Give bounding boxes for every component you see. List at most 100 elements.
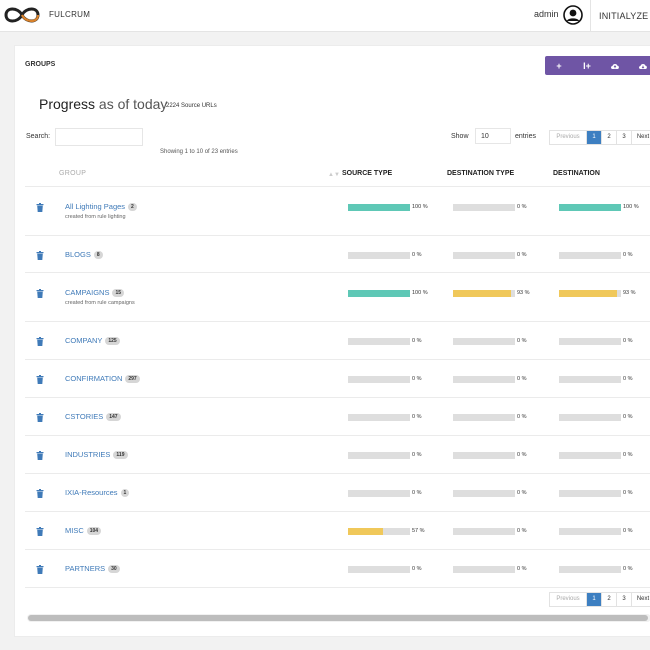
url-count-badge: 15 [112,289,125,297]
search-label: Search: [26,133,51,140]
progress-fill [348,204,410,211]
pagination-bottom: Previous 1 2 3 Next [549,592,650,607]
progress-bar [348,290,410,297]
progress-percent: 0 % [517,566,527,572]
page-1-button[interactable]: 1 [587,131,602,144]
progress-bar [453,338,515,345]
column-header-source-type[interactable]: SOURCE TYPE [342,170,392,177]
table-row: All Lighting Pages 2 created from rule lig… [15,187,650,236]
page-2-button[interactable]: 2 [602,131,617,144]
progress-percent: 0 % [412,252,422,258]
column-header-group[interactable]: GROUP [59,170,86,177]
group-name: CAMPAIGNS [65,288,110,297]
group-link[interactable]: COMPANY 125 [65,336,120,345]
progress-percent: 0 % [623,338,633,344]
progress-percent: 0 % [412,566,422,572]
entries-info: Showing 1 to 10 of 23 entries [160,149,238,155]
user-name[interactable]: admin [534,9,559,19]
topbar-divider [590,0,591,31]
delete-icon[interactable] [36,489,44,498]
previous-page-button[interactable]: Previous [550,593,587,606]
group-name: CONFIRMATION [65,374,123,383]
progress-bar [559,252,621,259]
delete-icon[interactable] [36,337,44,346]
progress-percent: 0 % [623,252,633,258]
progress-percent: 0 % [517,252,527,258]
next-page-button[interactable]: Next [632,131,650,144]
brand-name: FULCRUM [49,10,91,19]
group-rule-note: created from rule campaigns [65,300,135,306]
cloud-upload-icon [611,63,619,69]
next-page-button[interactable]: Next [632,593,650,606]
progress-percent: 0 % [412,338,422,344]
add-group-button[interactable]: + [545,56,573,75]
heading-main: Progress [39,96,96,112]
add-row-button[interactable]: I+ [573,56,601,75]
group-link[interactable]: All Lighting Pages 2 [65,202,137,211]
page-3-button[interactable]: 3 [617,131,632,144]
upload-button[interactable] [601,56,629,75]
group-name: IXIA-Resources [65,488,118,497]
progress-bar [559,490,621,497]
user-avatar-icon[interactable] [563,5,583,25]
url-count-badge: 104 [86,527,102,535]
progress-bar [348,566,410,573]
delete-icon[interactable] [36,527,44,536]
progress-percent: 0 % [517,414,527,420]
previous-page-button[interactable]: Previous [550,131,587,144]
group-name: BLOGS [65,250,91,259]
group-link[interactable]: PARTNERS 30 [65,564,120,573]
column-header-destination[interactable]: DESTINATION [553,170,600,177]
progress-bar [453,204,515,211]
delete-icon[interactable] [36,289,44,298]
url-count-badge: 297 [125,375,140,383]
delete-icon[interactable] [36,413,44,422]
delete-icon[interactable] [36,203,44,212]
group-link[interactable]: IXIA-Resources 1 [65,488,130,497]
table-row: COMPANY 125 0 % 0 % 0 % [15,322,650,360]
delete-icon[interactable] [36,451,44,460]
group-name: All Lighting Pages [65,202,126,211]
delete-icon[interactable] [36,375,44,384]
page-3-button[interactable]: 3 [617,593,632,606]
heading-sub: as of today [95,96,168,112]
progress-bar [348,414,410,421]
download-button[interactable] [629,56,650,75]
url-count-badge: 147 [106,413,121,421]
page-1-button[interactable]: 1 [587,593,602,606]
group-link[interactable]: CAMPAIGNS 15 [65,288,125,297]
page-size-select[interactable]: 10 [475,128,511,144]
group-link[interactable]: CSTORIES 147 [65,412,121,421]
page-2-button[interactable]: 2 [602,593,617,606]
group-link[interactable]: BLOGS 8 [65,250,103,259]
progress-bar [348,252,410,259]
progress-bar [559,204,621,211]
group-link[interactable]: CONFIRMATION 297 [65,374,140,383]
group-link[interactable]: MISC 104 [65,526,102,535]
sort-icon[interactable]: ▲▼ [328,172,340,178]
delete-icon[interactable] [36,251,44,260]
entries-label: entries [515,133,537,140]
scrollbar-thumb[interactable] [28,615,648,621]
progress-bar [348,490,410,497]
table-row: MISC 104 57 % 0 % 0 % [15,512,650,550]
group-link[interactable]: INDUSTRIES 119 [65,450,128,459]
horizontal-scrollbar[interactable] [27,614,650,622]
column-header-destination-type[interactable]: DESTINATION TYPE [447,170,514,177]
group-rule-note: created from rule lighting [65,214,126,220]
table-row: PARTNERS 30 0 % 0 % 0 % [15,550,650,588]
progress-percent: 93 % [517,290,530,296]
progress-bar [348,376,410,383]
progress-percent: 100 % [412,290,428,296]
progress-percent: 0 % [623,490,633,496]
search-input[interactable] [55,128,143,146]
action-toolbar: + I+ [545,56,650,75]
initialize-button[interactable]: INITIALYZE [599,11,648,21]
table-row: IXIA-Resources 1 0 % 0 % 0 % [15,474,650,512]
table-row: CAMPAIGNS 15 created from rule campaigns 10… [15,273,650,322]
delete-icon[interactable] [36,565,44,574]
group-name: MISC [65,526,84,535]
url-count-badge: 125 [105,337,120,345]
progress-bar [559,376,621,383]
fulcrum-logo-icon[interactable] [2,5,42,25]
